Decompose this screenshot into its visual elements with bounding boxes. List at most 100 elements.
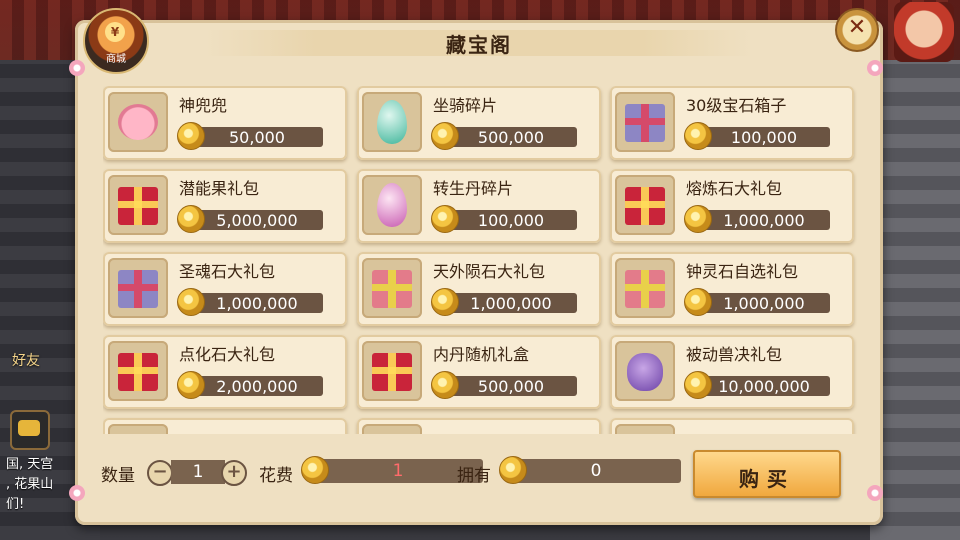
close-button[interactable]: ✕ [835,8,879,52]
gold-coin-icon [431,122,459,150]
flower-decoration-icon [69,60,85,76]
item-icon-frame [108,424,168,434]
item-icon-frame [615,258,675,318]
shop-item-card-partial[interactable] [610,418,854,434]
shop-item-card[interactable]: 圣魂石大礼包 1,000,000 [103,252,347,326]
flower-decoration-icon [867,485,883,501]
yuan-coin-icon: ¥ [105,22,125,42]
increase-quantity-button[interactable]: + [221,460,247,486]
item-price: 500,000 [477,128,545,147]
shop-item-card[interactable]: 30级宝石箱子 100,000 [610,86,854,160]
cost-label: 花费 [259,466,293,486]
price-bar: 500,000 [445,127,577,147]
price-bar: 2,000,000 [191,376,323,396]
quantity-value[interactable]: 1 [171,460,225,484]
item-name: 圣魂石大礼包 [179,262,276,281]
shop-item-card[interactable]: 神兜兜 50,000 [103,86,347,160]
gold-coin-icon [431,205,459,233]
item-price: 5,000,000 [216,211,298,230]
item-price: 1,000,000 [723,211,805,230]
item-icon-frame [108,341,168,401]
gold-coin-icon [177,122,205,150]
purchase-bar: 数量 − 1 + 花费 1 拥有 0 购买 [95,448,865,500]
item-icon-frame [108,258,168,318]
quantity-label: 数量 [101,466,135,486]
item-icon-frame [615,92,675,152]
flower-decoration-icon [69,485,85,501]
red-gift-icon [625,187,665,225]
item-name: 熔炼石大礼包 [686,179,783,198]
item-price: 50,000 [229,128,285,147]
price-bar: 10,000,000 [698,376,830,396]
shop-item-card[interactable]: 天外陨石大礼包 1,000,000 [357,252,601,326]
gold-coin-icon [684,205,712,233]
shop-item-card[interactable]: 转生丹碎片 100,000 [357,169,601,243]
item-icon-frame [362,424,422,434]
item-icon-frame [615,341,675,401]
price-bar: 1,000,000 [191,293,323,313]
chat-icon[interactable] [10,410,50,450]
item-name: 潜能果礼包 [179,179,260,198]
shop-item-card[interactable]: 钟灵石自选礼包 1,000,000 [610,252,854,326]
item-price: 1,000,000 [216,294,298,313]
gold-coin-icon [177,371,205,399]
chat-line: , 花果山 [6,477,54,492]
pink-gift-icon [372,270,412,308]
shop-item-card[interactable]: 潜能果礼包 5,000,000 [103,169,347,243]
price-bar: 1,000,000 [698,210,830,230]
gold-coin-icon [177,288,205,316]
price-bar: 500,000 [445,376,577,396]
player-avatar[interactable] [894,2,954,62]
owned-label: 拥有 [457,466,491,486]
item-price: 10,000,000 [718,377,810,396]
item-grid[interactable]: 神兜兜 50,000 坐骑碎片 500,000 30级宝石箱子 100,000 潜能果礼包 5… [103,86,863,434]
shop-badge[interactable]: ¥ 商城 [83,8,149,74]
panel-title: 藏宝阁 [446,33,512,57]
item-price: 1,000,000 [470,294,552,313]
shop-item-card-partial[interactable] [357,418,601,434]
green-egg-icon [377,100,407,144]
friends-button[interactable]: 好友 [6,350,46,390]
item-icon-frame [362,258,422,318]
item-price: 500,000 [477,377,545,396]
gold-coin-icon [684,288,712,316]
item-name: 点化石大礼包 [179,345,276,364]
shop-item-card[interactable]: 熔炼石大礼包 1,000,000 [610,169,854,243]
gold-coin-icon [684,122,712,150]
item-name: 钟灵石自选礼包 [686,262,799,281]
shop-item-card-partial[interactable] [103,418,347,434]
red-gift-icon [118,353,158,391]
right-wall [870,60,960,540]
item-icon-frame [615,175,675,235]
shop-item-card[interactable]: 点化石大礼包 2,000,000 [103,335,347,409]
purple-bag-icon [627,353,663,391]
item-name: 被动兽决礼包 [686,345,783,364]
price-bar: 100,000 [445,210,577,230]
item-icon-frame [362,341,422,401]
gold-coin-icon [684,371,712,399]
chat-line: 国, 天宫 [6,457,54,472]
price-bar: 1,000,000 [445,293,577,313]
item-price: 1,000,000 [723,294,805,313]
chat-preview: 国, 天宫 , 花果山 们! [6,455,76,515]
decrease-quantity-button[interactable]: − [147,460,173,486]
item-name: 转生丹碎片 [433,179,514,198]
buy-button[interactable]: 购买 [693,450,841,498]
owned-value: 0 [511,459,681,483]
item-name: 神兜兜 [179,96,228,115]
pink-egg-icon [377,183,407,227]
shop-item-card[interactable]: 内丹随机礼盒 500,000 [357,335,601,409]
item-name: 30级宝石箱子 [686,96,787,115]
gold-coin-icon [499,456,527,484]
buy-button-label: 购买 [739,467,795,491]
item-icon-frame [362,92,422,152]
chat-line: 们! [6,497,25,512]
shop-item-card[interactable]: 坐骑碎片 500,000 [357,86,601,160]
item-name: 坐骑碎片 [433,96,498,115]
shop-badge-label: 商城 [106,54,126,65]
red-gift-icon [372,353,412,391]
price-bar: 1,000,000 [698,293,830,313]
friends-label: 好友 [12,353,40,369]
price-bar: 5,000,000 [191,210,323,230]
shop-item-card[interactable]: 被动兽决礼包 10,000,000 [610,335,854,409]
